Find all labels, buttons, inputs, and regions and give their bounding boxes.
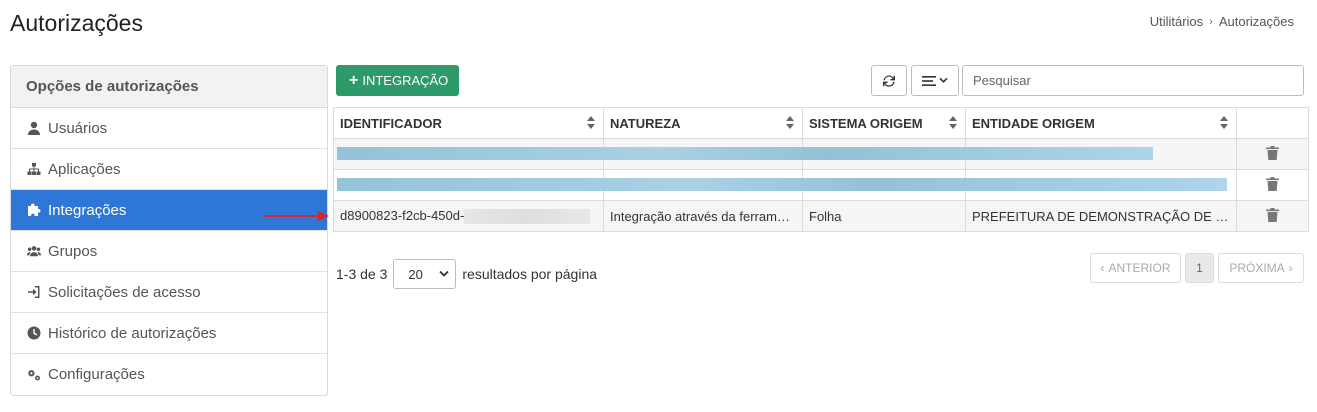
sidebar-item-grupos[interactable]: Grupos <box>11 231 327 272</box>
results-summary: 1-3 de 3 20 resultados por página <box>336 259 597 289</box>
search-input[interactable] <box>962 65 1304 96</box>
sidebar-item-configuracoes[interactable]: Configurações <box>11 354 327 395</box>
user-icon <box>26 120 42 136</box>
sidebar-item-label: Aplicações <box>48 160 121 178</box>
chevron-right-icon: › <box>1288 261 1293 275</box>
cell-actions <box>1236 169 1309 201</box>
cell-entidade-origem: PREFEITURA DE DEMONSTRAÇÃO DE EDIFICAÇÕE… <box>965 200 1237 232</box>
sidebar-item-solicitacoes[interactable]: Solicitações de acesso <box>11 272 327 313</box>
breadcrumb: Utilitários › Autorizações <box>1150 14 1294 29</box>
sort-icon <box>587 116 595 129</box>
column-header-sistema-origem[interactable]: SISTEMA ORIGEM <box>802 107 966 139</box>
sidebar-item-label: Usuários <box>48 119 108 137</box>
list-icon <box>922 75 936 86</box>
column-header-natureza[interactable]: NATUREZA <box>603 107 803 139</box>
redacted-text <box>464 209 591 225</box>
column-header-entidade-origem[interactable]: ENTIDADE ORIGEM <box>965 107 1237 139</box>
sort-icon <box>949 116 957 129</box>
sidebar-item-historico[interactable]: Histórico de autorizações <box>11 313 327 354</box>
previous-page-label: ANTERIOR <box>1108 261 1171 275</box>
gears-icon <box>26 367 42 383</box>
sort-icon <box>786 116 794 129</box>
refresh-button[interactable] <box>871 65 907 96</box>
cell-identificador: d8900823-f2cb-450d- <box>333 200 604 232</box>
breadcrumb-item-autorizacoes: Autorizações <box>1218 14 1294 29</box>
results-count: 1-3 de 3 <box>336 266 388 282</box>
sidebar-item-usuarios[interactable]: Usuários <box>11 108 327 149</box>
cell-actions <box>1236 138 1309 170</box>
sidebar-item-label: Histórico de autorizações <box>48 324 217 342</box>
columns-menu-button[interactable] <box>911 65 959 96</box>
per-page-label: resultados por página <box>462 266 598 282</box>
users-icon <box>26 243 42 259</box>
sidebar: Opções de autorizações Usuários Aplicaçõ… <box>10 65 328 396</box>
page-title: Autorizações <box>10 10 143 36</box>
sidebar-item-label: Grupos <box>48 242 98 260</box>
sidebar-item-label: Configurações <box>48 366 145 383</box>
column-header-identificador[interactable]: IDENTIFICADOR <box>333 107 604 139</box>
integrations-table: IDENTIFICADOR NATUREZA SISTEMA ORIGEM EN… <box>333 107 1309 232</box>
page-size-select[interactable]: 20 <box>393 259 457 289</box>
next-page-button[interactable]: PRÓXIMA › <box>1218 253 1304 283</box>
sidebar-header: Opções de autorizações <box>11 66 327 108</box>
breadcrumb-item-utilitarios[interactable]: Utilitários <box>1150 14 1203 29</box>
plus-icon: + <box>349 71 359 89</box>
chevron-down-icon <box>939 77 948 83</box>
page-size-value: 20 <box>408 266 423 282</box>
red-arrow-annotation <box>264 211 329 221</box>
sign-in-icon <box>26 284 42 300</box>
trash-icon[interactable] <box>1266 207 1279 222</box>
table-header-row: IDENTIFICADOR NATUREZA SISTEMA ORIGEM EN… <box>333 107 1309 139</box>
cell-natureza: Integração através da ferramenta <box>603 200 803 232</box>
page-number-button[interactable]: 1 <box>1185 253 1214 283</box>
trash-icon[interactable] <box>1266 145 1279 160</box>
column-header-actions <box>1236 107 1309 139</box>
sidebar-item-label: Solicitações de acesso <box>48 283 201 301</box>
breadcrumb-separator: › <box>1209 15 1213 28</box>
next-page-label: PRÓXIMA <box>1229 261 1285 275</box>
chevron-down-icon <box>439 270 450 277</box>
chevron-left-icon: ‹ <box>1100 261 1105 275</box>
add-integration-label: INTEGRAÇÃO <box>362 73 449 88</box>
table-row[interactable]: d8900823-f2cb-450d- Integração através d… <box>333 200 1309 232</box>
sidebar-item-aplicacoes[interactable]: Aplicações <box>11 149 327 190</box>
clock-icon <box>26 325 42 341</box>
refresh-icon <box>883 74 895 87</box>
cell-sistema-origem: Folha <box>802 200 966 232</box>
sidebar-item-label: Integrações <box>48 201 127 219</box>
redaction-bar <box>337 178 1227 191</box>
add-integration-button[interactable]: + INTEGRAÇÃO <box>336 65 460 96</box>
sitemap-icon <box>26 161 42 177</box>
redaction-bar <box>337 147 1153 160</box>
previous-page-button[interactable]: ‹ ANTERIOR <box>1090 253 1181 283</box>
cell-actions <box>1236 200 1309 232</box>
sort-icon <box>1220 116 1228 129</box>
trash-icon[interactable] <box>1266 176 1279 191</box>
puzzle-icon <box>26 202 42 218</box>
